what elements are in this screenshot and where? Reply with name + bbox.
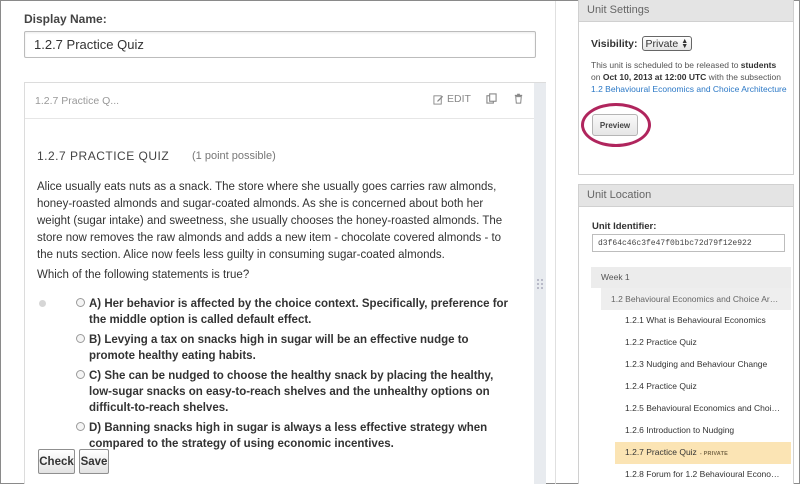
quiz-points: (1 point possible) <box>192 150 276 162</box>
choice-a-text: A) Her behavior is affected by the choic… <box>89 298 509 326</box>
quiz-title: 1.2.7 PRACTICE QUIZ <box>37 149 170 163</box>
release-audience: students <box>740 60 777 70</box>
unit-identifier-field[interactable] <box>592 234 785 252</box>
tree-unit-4[interactable]: 1.2.4 Practice Quiz <box>615 376 791 398</box>
unit-label: 1.2.4 Practice Quiz <box>625 381 697 391</box>
radio-b[interactable] <box>76 334 85 343</box>
choice-b-text: B) Levying a tax on snacks high in sugar… <box>89 334 469 362</box>
visibility-value: Private <box>645 37 679 50</box>
column-divider <box>555 1 556 484</box>
radio-d[interactable] <box>76 422 85 431</box>
display-name-label: Display Name: <box>24 12 107 26</box>
duplicate-icon[interactable] <box>486 93 497 104</box>
trash-icon[interactable] <box>513 93 524 104</box>
choice-d-text: D) Banning snacks high in sugar is alway… <box>89 422 488 450</box>
tree-unit-3[interactable]: 1.2.3 Nudging and Behaviour Change <box>615 354 791 376</box>
edit-button[interactable]: EDIT <box>433 93 471 105</box>
tree-unit-1[interactable]: 1.2.1 What is Behavioural Economics <box>615 310 791 332</box>
visibility-select[interactable]: Private ▲ ▼ <box>641 36 693 51</box>
release-middle: with the subsection <box>706 72 781 82</box>
choice-c-text: C) She can be nudged to choose the healt… <box>89 370 494 414</box>
tree-unit-7-active[interactable]: 1.2.7 Practice Quiz - PRIVATE <box>615 442 791 464</box>
component-header-title: 1.2.7 Practice Q... <box>35 95 120 107</box>
component-header: 1.2.7 Practice Q... EDIT <box>25 83 535 119</box>
unit-settings-title: Unit Settings <box>579 0 793 22</box>
unit-label: 1.2.2 Practice Quiz <box>625 337 697 347</box>
tree-unit-5[interactable]: 1.2.5 Behavioural Economics and Choice .… <box>615 398 791 420</box>
release-date: Oct 10, 2013 at 12:00 UTC <box>602 72 707 82</box>
visibility-label: Visibility: <box>591 37 638 50</box>
unit-identifier-label: Unit Identifier: <box>592 221 657 232</box>
check-button[interactable]: Check <box>38 449 75 474</box>
unit-location-panel: Unit Location Unit Identifier: Week 1 1.… <box>578 184 794 484</box>
unit-settings-panel: Unit Settings Visibility: Private ▲ ▼ Thi… <box>578 0 794 175</box>
choice-list: A) Her behavior is affected by the choic… <box>76 296 516 456</box>
unit-location-title: Unit Location <box>579 185 793 207</box>
private-badge: - PRIVATE <box>699 451 728 457</box>
status-bullet <box>39 300 46 307</box>
tree-unit-6[interactable]: 1.2.6 Introduction to Nudging <box>615 420 791 442</box>
unit-label: 1.2.8 Forum for 1.2 Behavioural Economic… <box>625 469 791 479</box>
release-info: This unit is scheduled to be released to… <box>591 59 787 95</box>
pencil-icon <box>433 94 444 105</box>
quiz-question: Which of the following statements is tru… <box>37 269 250 281</box>
tree-unit-8[interactable]: 1.2.8 Forum for 1.2 Behavioural Economic… <box>615 464 791 484</box>
edit-label: EDIT <box>447 93 471 105</box>
tree-week[interactable]: Week 1 <box>591 267 791 288</box>
radio-c[interactable] <box>76 370 85 379</box>
tree-subsection[interactable]: 1.2 Behavioural Economics and Choice Arc… <box>601 288 791 310</box>
unit-label: 1.2.3 Nudging and Behaviour Change <box>625 359 768 369</box>
visibility-row: Visibility: Private ▲ ▼ <box>591 36 693 51</box>
radio-a[interactable] <box>76 298 85 307</box>
subsection-link[interactable]: 1.2 Behavioural Economics and Choice Arc… <box>591 84 787 94</box>
display-name-input[interactable] <box>24 31 536 58</box>
choice-d[interactable]: D) Banning snacks high in sugar is alway… <box>76 420 516 452</box>
unit-label: 1.2.6 Introduction to Nudging <box>625 425 735 435</box>
drag-grip-icon[interactable] <box>536 278 544 292</box>
problem-component: 1.2.7 Practice Q... EDIT 1.2.7 PRACTICE … <box>24 82 546 484</box>
choice-c[interactable]: C) She can be nudged to choose the healt… <box>76 368 516 416</box>
preview-button[interactable]: Preview <box>592 114 638 136</box>
tree-unit-list: 1.2.1 What is Behavioural Economics 1.2.… <box>615 310 791 484</box>
tree-unit-2[interactable]: 1.2.2 Practice Quiz <box>615 332 791 354</box>
unit-tree: Week 1 1.2 Behavioural Economics and Cho… <box>591 267 791 484</box>
save-button[interactable]: Save <box>79 449 109 474</box>
quiz-body-text: Alice usually eats nuts as a snack. The … <box>37 181 503 261</box>
choice-a[interactable]: A) Her behavior is affected by the choic… <box>76 296 516 328</box>
unit-label: 1.2.7 Practice Quiz <box>625 447 697 457</box>
unit-label: 1.2.1 What is Behavioural Economics <box>625 315 766 325</box>
release-on: on <box>591 72 603 82</box>
select-arrows-icon: ▲ ▼ <box>681 37 689 50</box>
release-prefix: This unit is scheduled to be released to <box>591 60 741 70</box>
choice-b[interactable]: B) Levying a tax on snacks high in sugar… <box>76 332 516 364</box>
unit-label: 1.2.5 Behavioural Economics and Choice .… <box>625 403 790 413</box>
